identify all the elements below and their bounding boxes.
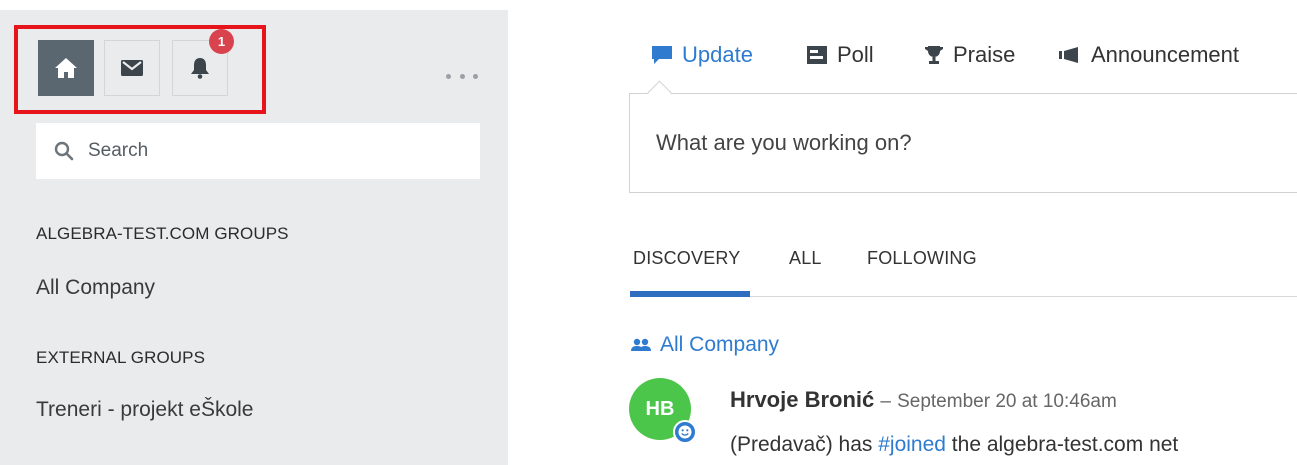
- active-tab-indicator: [630, 291, 750, 297]
- group-link-treneri[interactable]: Treneri - projekt eŠkole: [36, 398, 253, 422]
- poll-icon: [807, 46, 827, 64]
- users-icon: [631, 338, 651, 351]
- tab-announcement-label: Announcement: [1091, 42, 1239, 67]
- post-group-link[interactable]: All Company: [630, 333, 779, 357]
- group-link-all-company[interactable]: All Company: [36, 276, 155, 300]
- tab-discovery[interactable]: DISCOVERY: [633, 248, 741, 269]
- post-author[interactable]: Hrvoje Bronić: [730, 387, 874, 412]
- search-icon: [54, 141, 74, 161]
- smiley-icon: [678, 425, 692, 439]
- speech-bubble-icon: [652, 46, 672, 64]
- trophy-icon: [925, 46, 943, 64]
- post-body-prefix: (Predavač) has: [730, 433, 879, 456]
- search-box[interactable]: [36, 123, 480, 179]
- envelope-icon: [121, 60, 143, 76]
- post-timestamp[interactable]: September 20 at 10:46am: [897, 391, 1117, 412]
- tab-poll-label: Poll: [837, 42, 874, 67]
- section-title-external-groups: EXTERNAL GROUPS: [36, 348, 206, 367]
- bell-icon: [191, 58, 209, 79]
- tab-update-label: Update: [682, 42, 753, 67]
- tab-update[interactable]: Update: [651, 40, 753, 70]
- post-body-suffix: the algebra-test.com net: [945, 433, 1179, 456]
- megaphone-icon: [1059, 47, 1078, 63]
- more-options-button[interactable]: [446, 65, 478, 87]
- tab-announcement[interactable]: Announcement: [1058, 40, 1239, 70]
- search-input[interactable]: [86, 139, 450, 163]
- home-button[interactable]: [38, 40, 94, 96]
- meta-separator: –: [880, 391, 891, 412]
- post-body: (Predavač) has #joined the algebra-test.…: [730, 433, 1178, 457]
- avatar-status-badge: [673, 420, 697, 444]
- sidebar: 1 ALGEBRA-TEST.COM GROUPS All Company EX…: [0, 10, 508, 465]
- home-icon: [55, 58, 77, 78]
- section-title-company-groups: ALGEBRA-TEST.COM GROUPS: [36, 224, 289, 243]
- composer-placeholder[interactable]: What are you working on?: [656, 130, 912, 156]
- tab-poll[interactable]: Poll: [806, 40, 874, 70]
- avatar-initials: HB: [645, 397, 675, 420]
- tab-praise[interactable]: Praise: [924, 40, 1015, 70]
- ellipsis-icon: [446, 73, 451, 79]
- post-composer[interactable]: What are you working on?: [629, 93, 1297, 193]
- inbox-button[interactable]: [104, 40, 160, 96]
- tab-following[interactable]: FOLLOWING: [867, 248, 977, 269]
- notifications-button[interactable]: 1: [172, 29, 234, 96]
- post-hashtag-link[interactable]: #joined: [878, 433, 946, 456]
- tab-praise-label: Praise: [953, 42, 1016, 67]
- post-group-label: All Company: [660, 333, 780, 356]
- notification-count-badge: 1: [209, 29, 234, 54]
- tab-all[interactable]: ALL: [789, 248, 822, 269]
- post-meta: Hrvoje Bronić – September 20 at 10:46am: [730, 387, 1117, 413]
